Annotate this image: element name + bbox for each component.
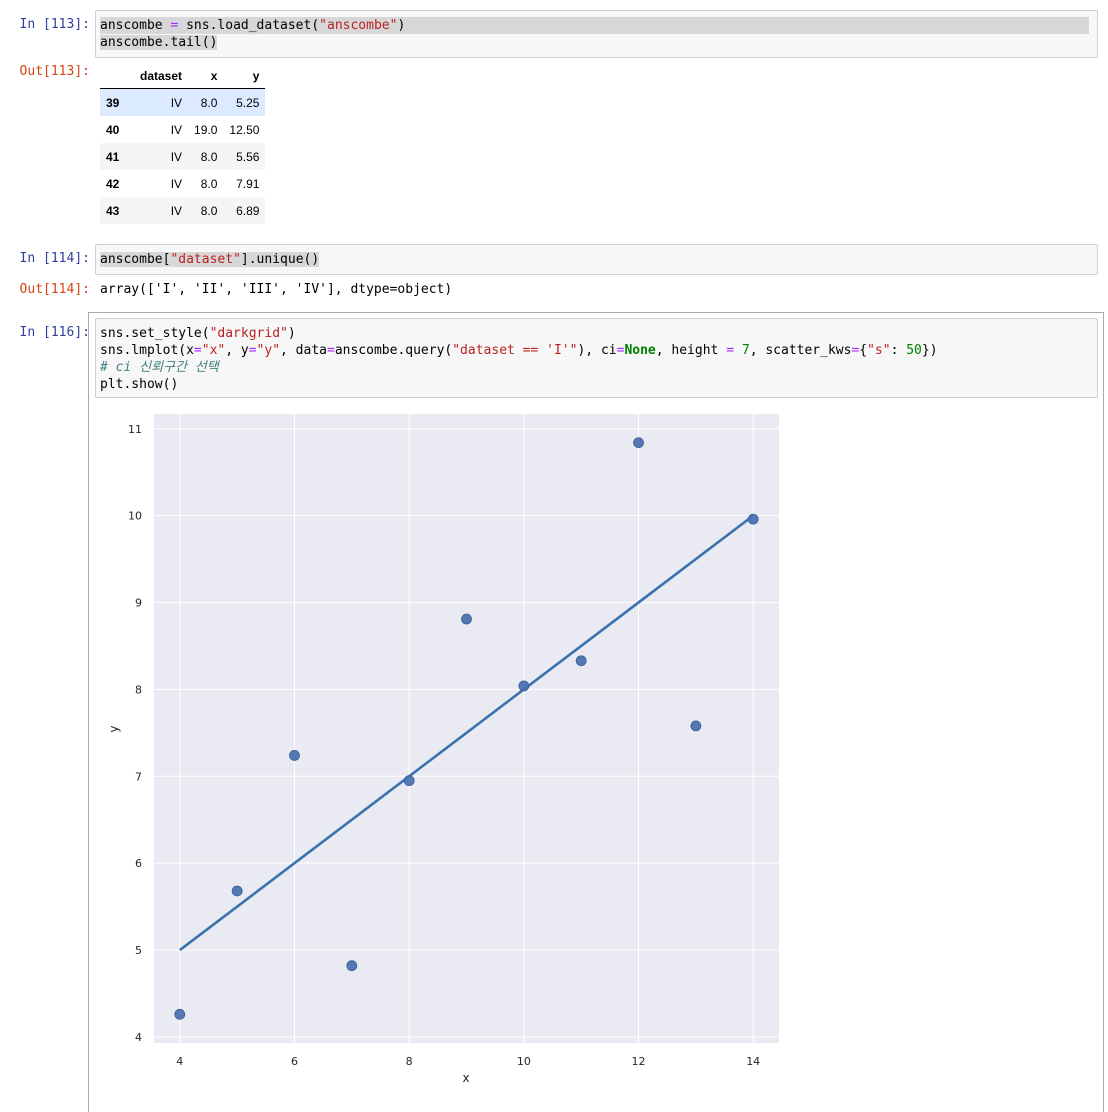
cell-dataset: IV [170, 149, 183, 164]
row-index: 41 [106, 149, 120, 164]
table-header-row: dataset x y [100, 64, 266, 89]
scatter-point [633, 437, 644, 449]
cell-dataset: IV [170, 122, 183, 137]
y-tick-label: 9 [135, 597, 142, 610]
y-tick-labels: 4 5 6 7 8 9 10 11 [128, 423, 142, 1044]
cell-x: 8.0 [200, 203, 218, 218]
scatter-point [289, 750, 300, 761]
cell-x: 19.0 [194, 122, 218, 137]
scatter-point [231, 885, 243, 897]
cell-dataset: IV [170, 95, 183, 110]
y-tick-label: 10 [128, 510, 142, 523]
row-index: 39 [106, 95, 120, 110]
y-axis-label: y [107, 725, 121, 732]
code-comment-line: # ci 신뢰구간 선택 [100, 360, 219, 375]
scatter-point [346, 960, 358, 972]
code-line: anscombe.tail() [100, 35, 218, 50]
in-prompt-114: In [114]: [19, 251, 90, 266]
x-tick-label: 8 [406, 1055, 413, 1068]
code-line: anscombe["dataset"].unique() [100, 252, 320, 267]
x-tick-label: 12 [632, 1055, 646, 1068]
y-tick-label: 4 [135, 1031, 142, 1044]
row-index: 43 [106, 203, 120, 218]
x-tick-label: 14 [746, 1055, 760, 1068]
cell-x: 8.0 [200, 149, 218, 164]
scatter-point [747, 513, 759, 525]
cell-y: 12.50 [229, 122, 260, 137]
cell-y: 5.56 [236, 149, 260, 164]
plot-background [154, 414, 779, 1043]
in-prompt-116: In [116]: [19, 325, 90, 340]
lmplot-chart: 4 6 8 10 12 14 4 5 6 7 8 9 10 11 x y [107, 414, 779, 1085]
scatter-point [690, 720, 702, 732]
row-index: 42 [106, 176, 120, 191]
in-prompt-113: In [113]: [19, 17, 90, 32]
scatter-point [403, 775, 415, 787]
y-tick-label: 5 [135, 944, 142, 957]
x-tick-label: 6 [291, 1055, 298, 1068]
x-tick-labels: 4 6 8 10 12 14 [176, 1055, 760, 1068]
scatter-point [518, 680, 530, 692]
y-tick-label: 8 [135, 683, 142, 696]
code-line: plt.show() [100, 377, 179, 392]
column-header: y [223, 64, 266, 89]
cell-x: 8.0 [200, 176, 218, 191]
x-tick-label: 4 [176, 1055, 183, 1068]
cell-y: 6.89 [236, 203, 260, 218]
table-row[interactable]: 41 IV 8.0 5.56 [100, 143, 266, 170]
column-header: x [188, 64, 224, 89]
y-tick-label: 6 [135, 857, 142, 870]
code-line: sns.lmplot(x="x", y="y", data=anscombe.q… [100, 343, 938, 358]
output-text-114: array(['I', 'II', 'III', 'IV'], dtype=ob… [100, 282, 453, 297]
code-line: anscombe = sns.load_dataset("anscombe") [100, 17, 1089, 34]
cell-x: 8.0 [200, 95, 218, 110]
y-tick-label: 11 [128, 423, 142, 436]
out-prompt-113: Out[113]: [19, 64, 90, 79]
scatter-point [461, 613, 472, 625]
code-line: sns.set_style("darkgrid") [100, 326, 296, 341]
x-axis-label: x [462, 1071, 469, 1085]
column-header: dataset [134, 64, 189, 89]
table-row[interactable]: 40 IV 19.0 12.50 [100, 116, 265, 143]
code-input-114[interactable]: anscombe["dataset"].unique() [95, 244, 1098, 275]
cell-y: 7.91 [236, 176, 260, 191]
table-row[interactable]: 39 IV 8.0 5.25 [100, 88, 266, 116]
scatter-point [174, 1008, 186, 1020]
code-input-116[interactable]: sns.set_style("darkgrid") sns.lmplot(x="… [95, 318, 1098, 398]
cell-y: 5.25 [236, 95, 260, 110]
index-header [100, 64, 134, 89]
out-prompt-114: Out[114]: [19, 282, 90, 297]
x-tick-label: 10 [517, 1055, 531, 1068]
row-index: 40 [106, 122, 120, 137]
y-tick-label: 7 [135, 770, 142, 783]
scatter-point [575, 655, 587, 667]
cell-dataset: IV [170, 176, 183, 191]
code-input-113[interactable]: anscombe = sns.load_dataset("anscombe") … [95, 10, 1098, 58]
table-row[interactable]: 43 IV 8.0 6.89 [100, 197, 266, 224]
table-row[interactable]: 42 IV 8.0 7.91 [100, 170, 265, 197]
dataframe-table: dataset x y 39 IV 8.0 5.25 40 IV 19.0 12… [100, 64, 266, 224]
cell-dataset: IV [170, 203, 183, 218]
